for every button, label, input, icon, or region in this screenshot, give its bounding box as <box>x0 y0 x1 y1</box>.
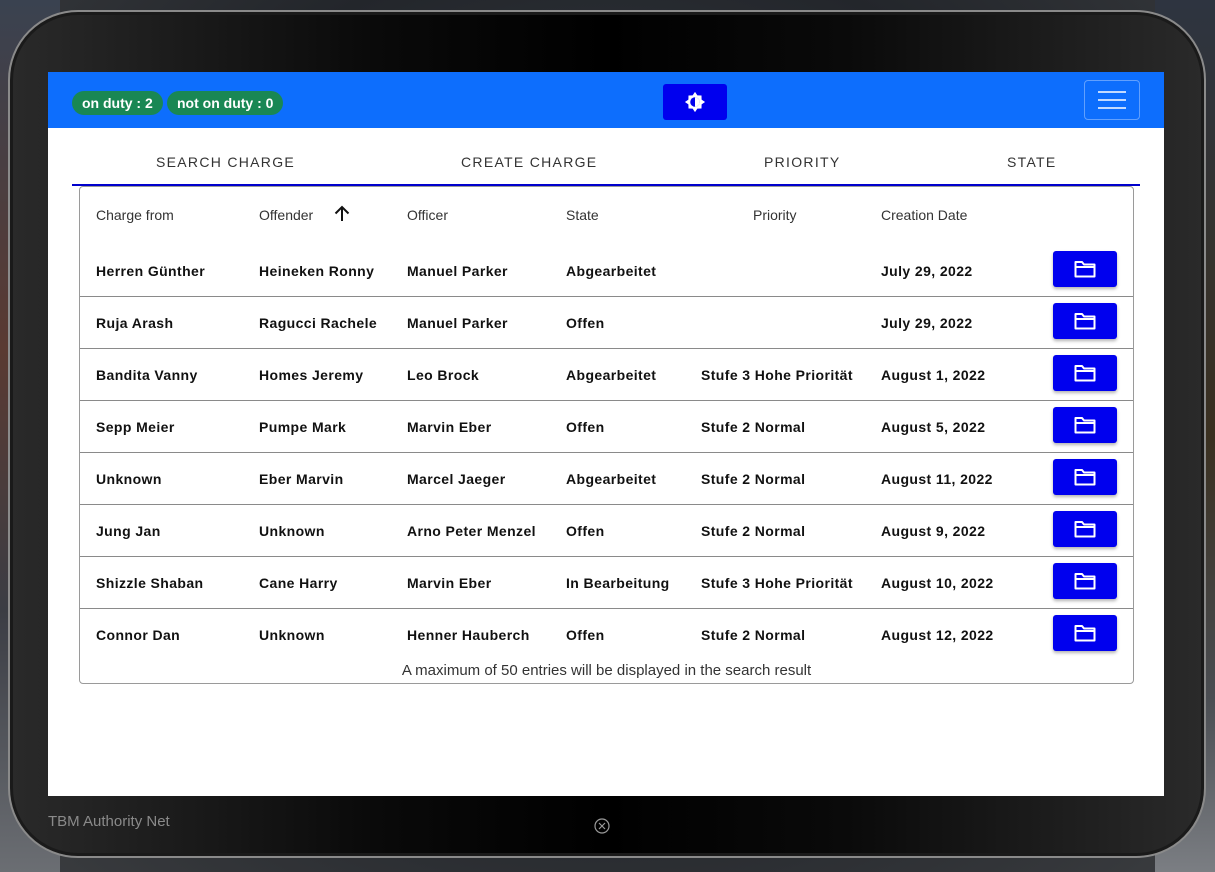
cell-priority: Stufe 2 Normal <box>701 419 806 435</box>
open-charge-button[interactable] <box>1053 251 1117 287</box>
folder-icon <box>1074 365 1096 382</box>
header-charge-from[interactable]: Charge from <box>96 207 174 223</box>
arrow-up-icon[interactable] <box>333 205 351 223</box>
brightness-icon <box>684 91 706 113</box>
cell-creation-date: July 29, 2022 <box>881 315 973 331</box>
folder-icon <box>1074 469 1096 486</box>
cell-creation-date: August 12, 2022 <box>881 627 994 643</box>
open-charge-button[interactable] <box>1053 563 1117 599</box>
table-row: Jung Jan Unknown Arno Peter Menzel Offen Stu… <box>80 505 1133 557</box>
top-navbar: on duty : 2 not on duty : 0 <box>48 72 1164 128</box>
cell-charge-from: Unknown <box>96 471 162 487</box>
tab-priority[interactable]: PRIORITY <box>764 144 841 184</box>
cell-offender: Heineken Ronny <box>259 263 375 279</box>
header-state[interactable]: State <box>566 207 599 223</box>
cell-offender: Eber Marvin <box>259 471 344 487</box>
not-on-duty-badge: not on duty : 0 <box>167 91 284 115</box>
header-priority[interactable]: Priority <box>753 207 797 223</box>
tab-bar: SEARCH CHARGE CREATE CHARGE PRIORITY STA… <box>72 144 1140 186</box>
folder-icon <box>1074 521 1096 538</box>
charges-table: Charge from Offender Officer State Prior… <box>79 186 1134 684</box>
cell-offender: Cane Harry <box>259 575 338 591</box>
cell-priority: Stufe 2 Normal <box>701 627 806 643</box>
cell-state: Abgearbeitet <box>566 471 657 487</box>
menu-icon <box>1098 91 1126 93</box>
open-charge-button[interactable] <box>1053 303 1117 339</box>
cell-creation-date: August 11, 2022 <box>881 471 993 487</box>
cell-state: Offen <box>566 419 605 435</box>
brand-label: TBM Authority Net <box>48 813 170 830</box>
cell-officer: Marvin Eber <box>407 575 492 591</box>
cell-charge-from: Jung Jan <box>96 523 161 539</box>
tab-search-charge[interactable]: SEARCH CHARGE <box>156 144 295 184</box>
open-charge-button[interactable] <box>1053 459 1117 495</box>
cell-creation-date: August 5, 2022 <box>881 419 986 435</box>
cell-creation-date: August 9, 2022 <box>881 523 986 539</box>
table-header: Charge from Offender Officer State Prior… <box>80 187 1133 245</box>
cell-state: Offen <box>566 627 605 643</box>
cell-offender: Homes Jeremy <box>259 367 364 383</box>
cell-priority: Stufe 3 Hohe Priorität <box>701 575 853 591</box>
open-charge-button[interactable] <box>1053 407 1117 443</box>
folder-icon <box>1074 625 1096 642</box>
table-row: Connor Dan Unknown Henner Hauberch Offen Stu… <box>80 609 1133 661</box>
header-officer[interactable]: Officer <box>407 207 448 223</box>
open-charge-button[interactable] <box>1053 615 1117 651</box>
open-charge-button[interactable] <box>1053 511 1117 547</box>
table-row: Herren Günther Heineken Ronny Manuel Parke… <box>80 245 1133 297</box>
cell-state: Offen <box>566 315 605 331</box>
cell-officer: Marvin Eber <box>407 419 492 435</box>
cell-officer: Marcel Jaeger <box>407 471 506 487</box>
cell-state: Offen <box>566 523 605 539</box>
table-row: Unknown Eber Marvin Marcel Jaeger Abgearbei… <box>80 453 1133 505</box>
theme-toggle-button[interactable] <box>663 84 727 120</box>
on-duty-badge: on duty : 2 <box>72 91 163 115</box>
folder-icon <box>1074 261 1096 278</box>
open-charge-button[interactable] <box>1053 355 1117 391</box>
tab-create-charge[interactable]: CREATE CHARGE <box>461 144 597 184</box>
cell-priority: Stufe 3 Hohe Priorität <box>701 367 853 383</box>
table-row: Shizzle Shaban Cane Harry Marvin Eber In Be… <box>80 557 1133 609</box>
table-row: Ruja Arash Ragucci Rachele Manuel Parker Of… <box>80 297 1133 349</box>
cell-priority: Stufe 2 Normal <box>701 523 806 539</box>
cell-charge-from: Ruja Arash <box>96 315 174 331</box>
cell-charge-from: Bandita Vanny <box>96 367 198 383</box>
cell-state: In Bearbeitung <box>566 575 670 591</box>
cell-offender: Ragucci Rachele <box>259 315 378 331</box>
cell-charge-from: Sepp Meier <box>96 419 175 435</box>
cell-state: Abgearbeitet <box>566 263 657 279</box>
header-offender[interactable]: Offender <box>259 207 313 223</box>
cell-offender: Pumpe Mark <box>259 419 347 435</box>
cell-priority: Stufe 2 Normal <box>701 471 806 487</box>
header-creation-date[interactable]: Creation Date <box>881 207 967 223</box>
cell-creation-date: August 10, 2022 <box>881 575 994 591</box>
cell-officer: Manuel Parker <box>407 263 508 279</box>
cell-officer: Arno Peter Menzel <box>407 523 536 539</box>
cell-charge-from: Connor Dan <box>96 627 181 643</box>
cell-offender: Unknown <box>259 627 325 643</box>
table-row: Bandita Vanny Homes Jeremy Leo Brock Abgear… <box>80 349 1133 401</box>
cell-charge-from: Shizzle Shaban <box>96 575 204 591</box>
cell-officer: Manuel Parker <box>407 315 508 331</box>
results-limit-note: A maximum of 50 entries will be displaye… <box>401 662 812 679</box>
close-circle-icon[interactable] <box>594 818 610 834</box>
folder-icon <box>1074 417 1096 434</box>
cell-creation-date: July 29, 2022 <box>881 263 973 279</box>
hamburger-menu-button[interactable] <box>1084 80 1140 120</box>
folder-icon <box>1074 313 1096 330</box>
cell-officer: Leo Brock <box>407 367 480 383</box>
cell-state: Abgearbeitet <box>566 367 657 383</box>
app-screen: on duty : 2 not on duty : 0 SEARCH CHARG… <box>48 72 1164 796</box>
tab-state[interactable]: STATE <box>1007 144 1057 184</box>
cell-charge-from: Herren Günther <box>96 263 206 279</box>
cell-officer: Henner Hauberch <box>407 627 530 643</box>
folder-icon <box>1074 573 1096 590</box>
cell-offender: Unknown <box>259 523 325 539</box>
cell-creation-date: August 1, 2022 <box>881 367 986 383</box>
table-row: Sepp Meier Pumpe Mark Marvin Eber Offen Stuf… <box>80 401 1133 453</box>
